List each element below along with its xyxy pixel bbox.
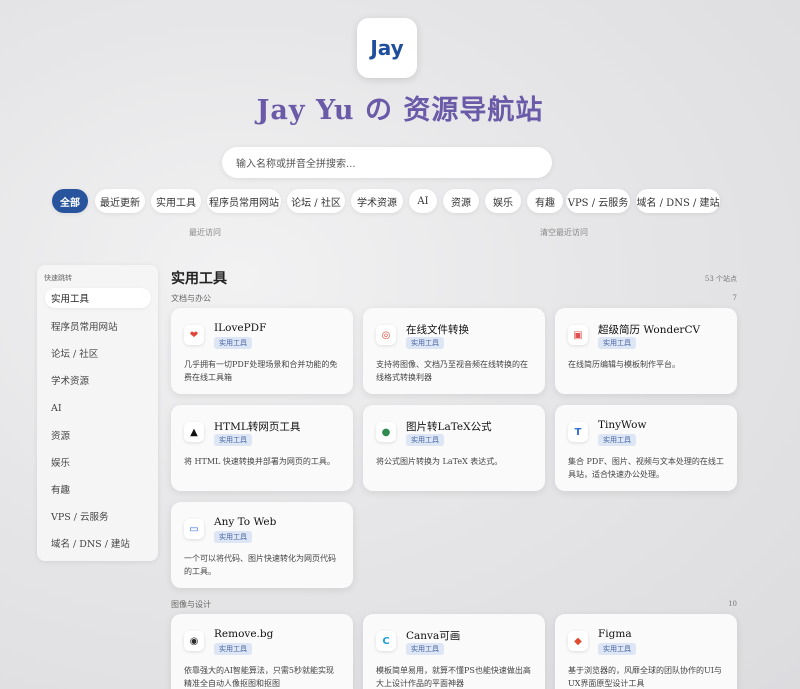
latex-icon: ● (376, 422, 396, 442)
chip-resource[interactable]: 资源 (443, 189, 479, 213)
recent-hint: 最近访问 (189, 228, 221, 237)
group-label: 文档与办公 (171, 294, 211, 303)
site-name: Any To Web (214, 516, 277, 528)
figma-icon: ◆ (568, 631, 588, 651)
chip-forum[interactable]: 论坛 / 社区 (287, 189, 345, 213)
chip-academic[interactable]: 学术资源 (351, 189, 403, 213)
site-description: 基于浏览器的，风靡全球的团队协作的UI与UX界面原型设计工具 (568, 666, 722, 688)
chip-vps[interactable]: VPS / 云服务 (566, 189, 630, 213)
site-tag: 实用工具 (214, 337, 252, 349)
site-tag: 实用工具 (406, 643, 444, 655)
sidebar-item-fun[interactable]: 娱乐 (45, 452, 151, 472)
site-card[interactable]: T TinyWow 实用工具集合 PDF、图片、视频与文本处理的在线工具站，适合快速… (555, 405, 737, 491)
search-placeholder: 输入名称或拼音全拼搜索... (236, 159, 356, 170)
sidebar-item-ai[interactable]: AI (45, 398, 151, 418)
sidebar-item-dev[interactable]: 程序员常用网站 (45, 316, 151, 336)
site-name: 在线文件转换 (406, 324, 469, 336)
chip-fun[interactable]: 娱乐 (485, 189, 521, 213)
chip-domain[interactable]: 域名 / DNS / 建站 (636, 189, 720, 213)
site-tag: 实用工具 (598, 434, 636, 446)
site-title: Jay Yu の 资源导航站 (256, 95, 544, 126)
canva-icon: C (376, 631, 396, 651)
sidebar-item-domain[interactable]: 域名 / DNS / 建站 (45, 533, 151, 553)
group-count: 7 (732, 294, 737, 302)
site-description: 几乎拥有一切PDF处理场景和合并功能的免费在线工具箱 (184, 360, 338, 382)
site-tag: 实用工具 (214, 434, 252, 446)
site-name: Remove.bg (214, 628, 274, 640)
convert-icon: ◎ (376, 325, 396, 345)
site-description: 依靠强大的AI智能算法，只需5秒就能实现精准全自动人像抠图和抠图 (184, 666, 335, 688)
site-card[interactable]: ▲ HTML转网页工具 实用工具将 HTML 快速转换并部署为网页的工具。 (171, 405, 353, 491)
site-card[interactable]: C Canva可画 实用工具模板简单易用，就算不懂PS也能快速做出高大上设计作品的平… (363, 614, 545, 689)
site-name: Canva可画 (406, 630, 461, 642)
site-logo[interactable]: Jay (357, 18, 417, 78)
chip-tools[interactable]: 实用工具 (151, 189, 201, 213)
sidebar-item-resource[interactable]: 资源 (45, 425, 151, 445)
site-card[interactable]: ● 图片转LaTeX公式 实用工具将公式图片转换为 LaTeX 表达式。 (363, 405, 545, 491)
site-name: Figma (598, 628, 632, 640)
sidebar: 快速跳转 实用工具 程序员常用网站 论坛 / 社区 学术资源 AI 资源 娱乐 … (37, 265, 158, 561)
resume-icon: ▣ (568, 325, 588, 345)
html-icon: ▲ (184, 422, 204, 442)
heart-icon: ❤ (184, 325, 204, 345)
site-name: 超级简历 WonderCV (598, 324, 701, 336)
site-card[interactable]: ◆ Figma 实用工具基于浏览器的，风靡全球的团队协作的UI与UX界面原型设计工具 (555, 614, 737, 689)
site-tag: 实用工具 (214, 531, 252, 543)
chip-dev[interactable]: 程序员常用网站 (207, 189, 281, 213)
site-card[interactable]: ◉ Remove.bg 实用工具依靠强大的AI智能算法，只需5秒就能实现精准全自动人… (171, 614, 353, 689)
sidebar-item-interesting[interactable]: 有趣 (45, 479, 151, 499)
anytoweb-icon: ▭ (184, 519, 204, 539)
clear-recent-link[interactable]: 清空最近访问 (540, 227, 588, 238)
site-card[interactable]: ▭ Any To Web 实用工具一个可以将代码、图片快速转化为网页代码的工具。 (171, 502, 353, 588)
site-tag: 实用工具 (406, 337, 444, 349)
sidebar-item-forum[interactable]: 论坛 / 社区 (45, 343, 151, 363)
sidebar-title: 快速跳转 (44, 274, 72, 282)
site-description: 将 HTML 快速转换并部署为网页的工具。 (184, 457, 335, 466)
section-count: 53 个站点 (704, 275, 737, 283)
group-count: 10 (728, 600, 737, 608)
site-tag: 实用工具 (598, 643, 636, 655)
site-description: 支持将图像、文档乃至视音频在线转换的在线格式转换利器 (376, 360, 528, 382)
removebg-icon: ◉ (184, 631, 204, 651)
chip-all[interactable]: 全部 (52, 189, 88, 213)
site-card[interactable]: ▣ 超级简历 WonderCV 实用工具在线简历编辑与模板制作平台。 (555, 308, 737, 394)
site-tag: 实用工具 (598, 337, 636, 349)
site-description: 一个可以将代码、图片快速转化为网页代码的工具。 (184, 554, 336, 576)
site-name: HTML转网页工具 (214, 421, 301, 433)
site-name: 图片转LaTeX公式 (406, 421, 492, 433)
search-input[interactable]: 输入名称或拼音全拼搜索... (222, 147, 552, 178)
site-description: 集合 PDF、图片、视频与文本处理的在线工具站，适合快速办公处理。 (568, 457, 724, 479)
site-card[interactable]: ◎ 在线文件转换 实用工具支持将图像、文档乃至视音频在线转换的在线格式转换利器 (363, 308, 545, 394)
chip-ai[interactable]: AI (409, 189, 437, 213)
sidebar-item-vps[interactable]: VPS / 云服务 (45, 506, 151, 526)
sidebar-item-academic[interactable]: 学术资源 (45, 370, 151, 390)
site-description: 在线简历编辑与模板制作平台。 (568, 360, 680, 369)
site-name: ILovePDF (214, 322, 267, 334)
site-description: 模板简单易用，就算不懂PS也能快速做出高大上设计作品的平面神器 (376, 666, 531, 688)
tinywow-icon: T (568, 422, 588, 442)
section-title: 实用工具 (171, 271, 227, 287)
site-description: 将公式图片转换为 LaTeX 表达式。 (376, 457, 503, 466)
site-card[interactable]: ❤ ILovePDF 实用工具几乎拥有一切PDF处理场景和合并功能的免费在线工具箱 (171, 308, 353, 394)
logo-text: Jay (370, 36, 404, 60)
sidebar-item-tools[interactable]: 实用工具 (45, 288, 151, 308)
site-tag: 实用工具 (214, 643, 252, 655)
site-name: TinyWow (598, 419, 647, 431)
chip-interesting[interactable]: 有趣 (527, 189, 563, 213)
site-tag: 实用工具 (406, 434, 444, 446)
group-label: 图像与设计 (171, 600, 211, 609)
chip-recent[interactable]: 最近更新 (95, 189, 145, 213)
